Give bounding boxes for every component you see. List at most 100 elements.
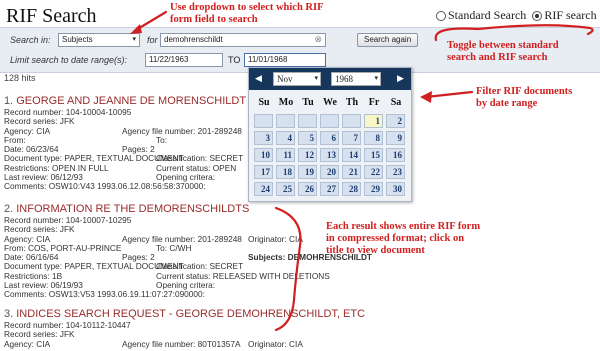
calendar-day[interactable]: 9 [386, 131, 405, 145]
annotation-line: Filter RIF documents [476, 86, 573, 97]
calendar-day[interactable]: 23 [386, 165, 405, 179]
result-field: To: [156, 134, 168, 145]
result-field: To: C/WH [156, 242, 192, 253]
result-item: 2. INFORMATION RE THE DEMORENSCHILDTS Rec… [4, 203, 372, 300]
result-number: 3. [4, 308, 14, 320]
calendar-day-empty [342, 114, 361, 128]
calendar-day[interactable]: 29 [364, 182, 383, 196]
radio-circle[interactable] [436, 10, 446, 21]
annotation-date-filter: Filter RIF documents by date range [476, 86, 572, 110]
prev-month-icon[interactable]: ◀ [255, 73, 262, 84]
calendar-day-empty [254, 114, 273, 128]
annotation-line: search and RIF search [447, 52, 548, 63]
calendar-day[interactable]: 18 [276, 165, 295, 179]
calendar-day[interactable]: 17 [254, 165, 273, 179]
calendar-day[interactable]: 14 [342, 148, 361, 162]
result-item: 3. INDICES SEARCH REQUEST - GEORGE DEMOH… [4, 308, 365, 349]
result-field-row: Comments: OSW13:V53 1993.06.19.11:07:27:… [4, 289, 372, 300]
annotation-line: Toggle between standard [447, 40, 559, 51]
next-month-icon[interactable]: ▶ [397, 73, 404, 84]
calendar-day-empty [276, 114, 295, 128]
radio-label: RIF search [544, 8, 597, 22]
search-input-value: demohrenschildt [164, 35, 223, 44]
weekday-label: Su [258, 97, 270, 108]
calendar-day[interactable]: 19 [298, 165, 317, 179]
result-field: Agency: CIA [4, 338, 51, 349]
result-field: Comments: OSW13:V53 1993.06.19.11:07:27:… [4, 289, 205, 300]
result-field: Originator: CIA [248, 338, 303, 349]
calendar-day[interactable]: 24 [254, 182, 273, 196]
calendar-day[interactable]: 8 [364, 131, 383, 145]
calendar-header: ◀ Nov ▾ 1968 ▾ ▶ [249, 68, 411, 90]
calendar-day[interactable]: 12 [298, 148, 317, 162]
field-select[interactable]: Subjects ▾ [58, 33, 140, 47]
year-select[interactable]: 1968 ▾ [331, 72, 381, 86]
to-label: TO [228, 55, 241, 65]
calendar-day[interactable]: 20 [320, 165, 339, 179]
weekday-label: Tu [302, 97, 314, 108]
result-title-text: GEORGE AND JEANNE DE MORENSCHILDT [16, 95, 247, 107]
calendar-day[interactable]: 21 [342, 165, 361, 179]
result-field: Originator: CIA [248, 233, 303, 244]
hit-count: 128 hits [4, 73, 36, 83]
result-title-text: INFORMATION RE THE DEMORENSCHILDTS [16, 203, 250, 215]
calendar-day[interactable]: 27 [320, 182, 339, 196]
calendar-day[interactable]: 2 [386, 114, 405, 128]
radio-circle-selected[interactable] [532, 10, 543, 21]
calendar-day[interactable]: 22 [364, 165, 383, 179]
chevron-down-icon: ▾ [374, 74, 378, 82]
calendar-day[interactable]: 30 [386, 182, 405, 196]
annotation-line: form field to search [170, 14, 258, 25]
clear-icon[interactable]: ⊗ [314, 34, 322, 45]
result-field: Comments: OSW10:V43 1993.06.12.08:56:58:… [4, 181, 206, 192]
search-mode-toggle: Standard Search RIF search [436, 8, 597, 23]
date-picker-calendar: ◀ Nov ▾ 1968 ▾ ▶ Su Mo Tu We Th Fr Sa 1 2 3 4 5 6 7 8 9… [248, 67, 412, 202]
calendar-day[interactable]: 7 [342, 131, 361, 145]
date-range-label: Limit search to date range(s): [10, 55, 128, 65]
calendar-day[interactable]: 5 [298, 131, 317, 145]
month-select[interactable]: Nov ▾ [273, 72, 321, 86]
calendar-day[interactable]: 26 [298, 182, 317, 196]
radio-label: Standard Search [448, 8, 527, 22]
calendar-day[interactable]: 1 [364, 114, 383, 128]
result-number: 2. [4, 203, 14, 215]
arrow-to-calendar [424, 90, 474, 99]
radio-rif-search[interactable]: RIF search [532, 8, 597, 23]
annotation-results: Each result shows entire RIF form in com… [326, 221, 480, 257]
calendar-day[interactable]: 25 [276, 182, 295, 196]
calendar-day[interactable]: 10 [254, 148, 273, 162]
arrowhead [420, 91, 432, 103]
date-to-field[interactable]: 11/01/1968 [244, 53, 326, 67]
search-again-button[interactable]: Search again [357, 33, 419, 47]
annotation-line: Each result shows entire RIF form [326, 221, 481, 232]
month-select-value: Nov [277, 74, 293, 84]
annotation-line: in compressed format; click on [326, 233, 465, 244]
search-in-label: Search in: [10, 35, 51, 45]
page-title: RIF Search [6, 5, 97, 27]
weekday-label: Fr [368, 97, 380, 108]
weekday-label: Th [345, 97, 359, 108]
weekday-label: We [323, 97, 337, 108]
radio-standard-search[interactable]: Standard Search [436, 8, 526, 23]
annotation-line: by date range [476, 98, 538, 109]
calendar-day[interactable]: 4 [276, 131, 295, 145]
calendar-day[interactable]: 6 [320, 131, 339, 145]
for-label: for [147, 35, 158, 45]
calendar-day[interactable]: 13 [320, 148, 339, 162]
year-select-value: 1968 [335, 74, 353, 84]
calendar-day[interactable]: 3 [254, 131, 273, 145]
annotation-dropdown: Use dropdown to select which RIF form fi… [170, 2, 324, 26]
result-field: Agency file number: 80T01357A [122, 338, 241, 349]
result-title-text: INDICES SEARCH REQUEST - GEORGE DEMOHREN… [16, 308, 366, 320]
date-from-field[interactable]: 11/22/1963 [145, 53, 223, 67]
calendar-day[interactable]: 11 [276, 148, 295, 162]
calendar-day[interactable]: 28 [342, 182, 361, 196]
calendar-day[interactable]: 16 [386, 148, 405, 162]
search-input[interactable]: demohrenschildt ⊗ [160, 33, 326, 47]
calendar-day-empty [320, 114, 339, 128]
result-number: 1. [4, 95, 14, 107]
result-field: Agency file number: 201-289248 [122, 125, 242, 136]
calendar-day[interactable]: 15 [364, 148, 383, 162]
result-field-row: Agency: CIA Agency file number: 80T01357A… [4, 338, 365, 349]
chevron-down-icon: ▾ [132, 36, 136, 43]
